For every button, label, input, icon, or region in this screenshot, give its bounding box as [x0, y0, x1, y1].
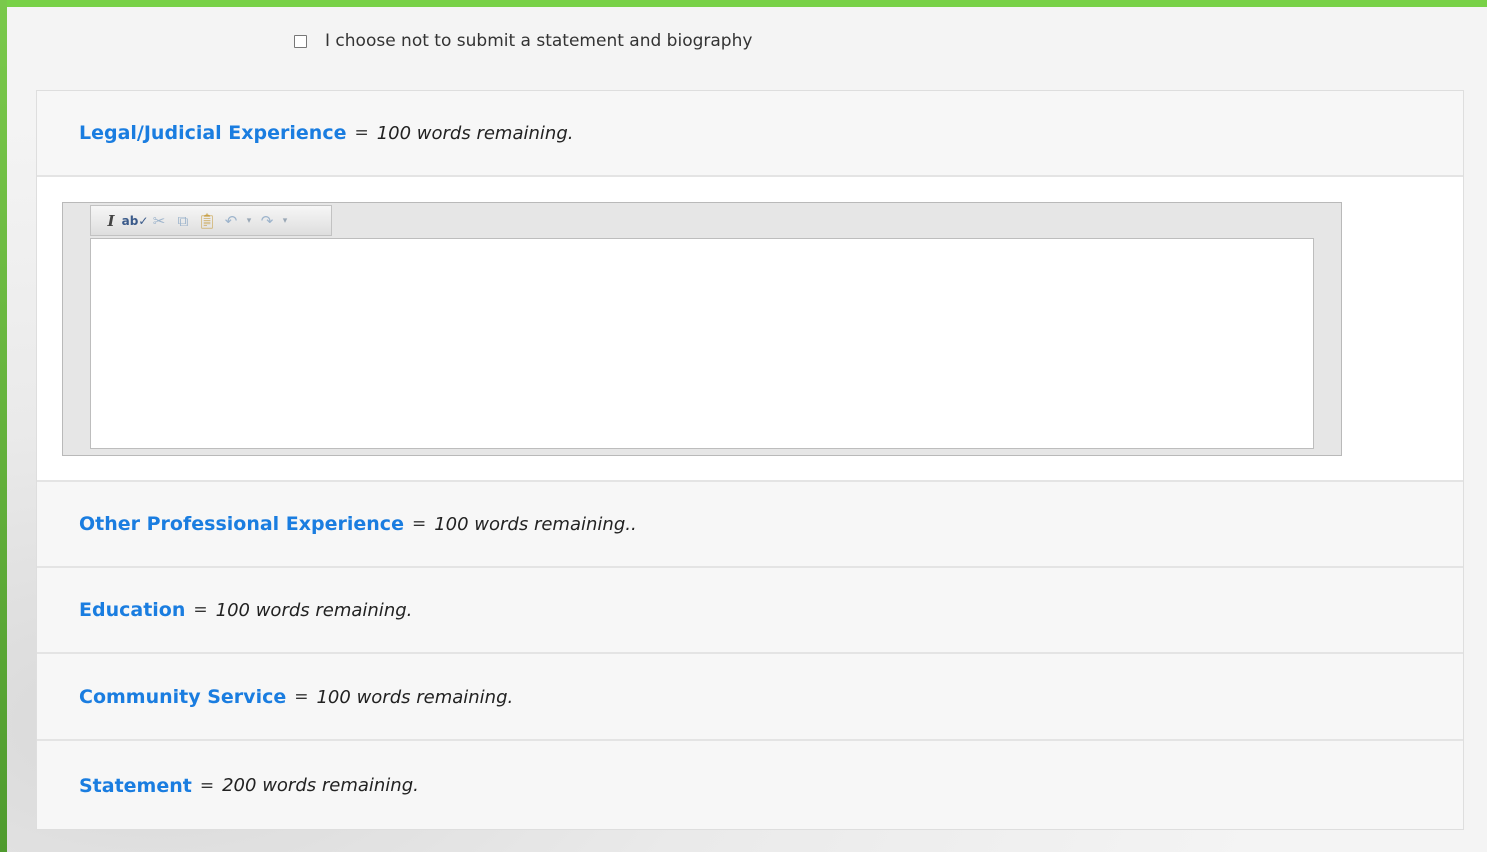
section-title[interactable]: Education: [79, 599, 185, 621]
paste-icon[interactable]: 📋︎: [195, 210, 219, 232]
equals-sign: =: [199, 775, 215, 796]
biography-panel: Legal/Judicial Experience = 100 words re…: [36, 90, 1464, 830]
copy-icon[interactable]: ⧉: [171, 210, 195, 232]
section-legal-judicial-experience[interactable]: Legal/Judicial Experience = 100 words re…: [37, 91, 1463, 177]
equals-sign: =: [294, 687, 309, 707]
legal-judicial-editor-area: I ab✓ ✂ ⧉ 📋︎ ↶ ▾ ↷ ▾: [37, 177, 1463, 482]
section-community-service[interactable]: Community Service = 100 words remaining.: [37, 655, 1463, 741]
spellcheck-icon[interactable]: ab✓: [122, 210, 149, 232]
section-statement[interactable]: Statement = 200 words remaining.: [37, 742, 1463, 829]
section-other-professional-experience[interactable]: Other Professional Experience = 100 word…: [37, 482, 1463, 568]
undo-dropdown-icon[interactable]: ▾: [243, 210, 255, 232]
section-title[interactable]: Legal/Judicial Experience: [79, 122, 346, 144]
top-frame-bar: [0, 0, 1487, 7]
section-education[interactable]: Education = 100 words remaining.: [37, 568, 1463, 654]
section-title[interactable]: Other Professional Experience: [79, 513, 404, 535]
words-remaining: 200 words remaining.: [222, 775, 419, 796]
equals-sign: =: [411, 514, 427, 534]
words-remaining: 100 words remaining.: [376, 122, 574, 144]
legal-judicial-textarea[interactable]: [90, 238, 1314, 449]
equals-sign: =: [193, 600, 208, 620]
section-title[interactable]: Statement: [79, 775, 192, 797]
optout-label: I choose not to submit a statement and b…: [325, 31, 753, 51]
words-remaining: 100 words remaining..: [434, 513, 637, 535]
rich-text-editor: I ab✓ ✂ ⧉ 📋︎ ↶ ▾ ↷ ▾: [62, 202, 1342, 456]
optout-checkbox-row[interactable]: I choose not to submit a statement and b…: [294, 29, 752, 53]
optout-checkbox[interactable]: [294, 34, 307, 48]
words-remaining: 100 words remaining.: [316, 686, 514, 708]
redo-icon[interactable]: ↷: [255, 210, 279, 232]
left-frame-bar: [0, 0, 7, 852]
equals-sign: =: [354, 123, 369, 143]
italic-icon[interactable]: I: [99, 210, 123, 232]
editor-toolbar: I ab✓ ✂ ⧉ 📋︎ ↶ ▾ ↷ ▾: [90, 205, 332, 236]
cut-icon[interactable]: ✂: [147, 210, 171, 232]
section-title[interactable]: Community Service: [79, 686, 286, 708]
undo-icon[interactable]: ↶: [219, 210, 243, 232]
words-remaining: 100 words remaining.: [215, 599, 413, 621]
redo-dropdown-icon[interactable]: ▾: [279, 210, 291, 232]
